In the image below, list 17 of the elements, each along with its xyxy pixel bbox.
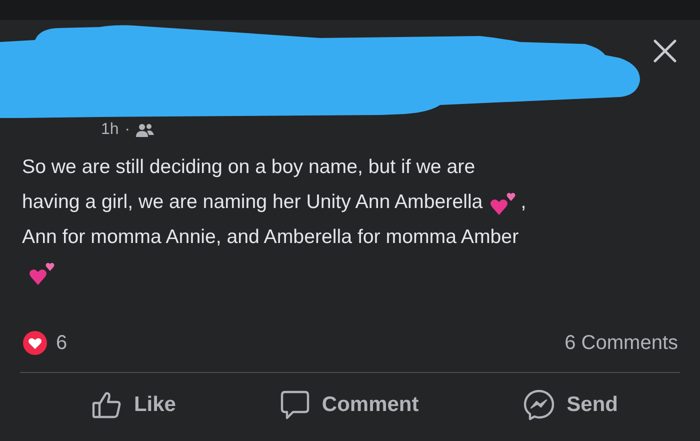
close-icon[interactable] — [652, 38, 678, 64]
reaction-count[interactable]: 6 — [56, 328, 68, 358]
post-text: So we are still deciding on a boy name, but if we are — [22, 155, 476, 180]
like-icon — [92, 391, 122, 419]
comments-link[interactable]: 6 Comments — [564, 328, 678, 358]
post-text: , — [520, 190, 526, 215]
like-button[interactable]: Like — [86, 385, 182, 425]
send-button[interactable]: Send — [516, 385, 624, 425]
friends-icon — [136, 123, 154, 137]
post-time[interactable]: 1h — [101, 118, 119, 142]
post-text: Ann for momma Annie, and Amberella for momma Amber — [22, 225, 519, 250]
send-icon — [522, 389, 555, 421]
comment-button[interactable]: Comment — [274, 385, 425, 425]
separator-dot: · — [124, 120, 130, 140]
post-text: having a girl, we are naming her Unity Ann Amberella — [22, 190, 483, 215]
comment-icon — [280, 390, 310, 420]
love-reaction-icon[interactable] — [22, 330, 48, 356]
